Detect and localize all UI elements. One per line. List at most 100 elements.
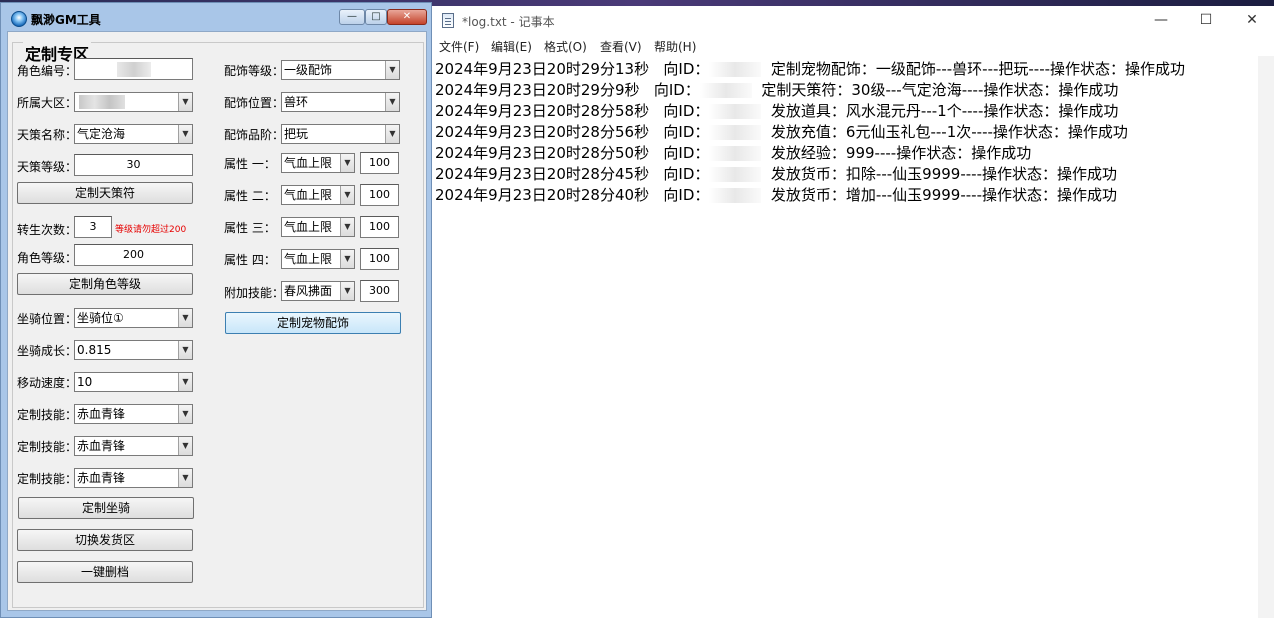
chevron-down-icon[interactable]: ▼ [385, 125, 399, 143]
close-button[interactable]: ✕ [387, 9, 427, 25]
redacted-value [79, 95, 125, 109]
attribute-4-select[interactable]: 气血上限 ▼ [281, 249, 355, 269]
redacted-value [117, 62, 151, 77]
chevron-down-icon[interactable]: ▼ [178, 405, 192, 423]
vertical-scrollbar[interactable] [1258, 56, 1274, 618]
server-label: 所属大区： [17, 96, 78, 110]
role-id-label: 角色编号： [17, 64, 78, 78]
role-id-input[interactable] [74, 58, 193, 80]
redacted-id [709, 62, 762, 77]
one-click-delete-button[interactable]: 一键删档 [17, 561, 193, 583]
move-speed-label: 移动速度： [17, 376, 78, 390]
mount-position-label: 坐骑位置： [17, 312, 78, 326]
chevron-down-icon[interactable]: ▼ [340, 218, 354, 236]
chevron-down-icon[interactable]: ▼ [178, 309, 192, 327]
attribute-2-select[interactable]: 气血上限 ▼ [281, 185, 355, 205]
menu-bar: 文件(F) 编辑(E) 格式(O) 查看(V) 帮助(H) [432, 36, 1274, 56]
accessory-level-label: 配饰等级： [224, 64, 285, 78]
notepad-icon [442, 13, 454, 28]
gm-title-bar[interactable]: 飘渺GM工具 — □ ✕ [5, 7, 429, 31]
chevron-down-icon[interactable]: ▼ [178, 437, 192, 455]
custom-skill-select-3[interactable]: 赤血青锋 ▼ [74, 468, 193, 488]
minimize-icon[interactable]: — [1146, 10, 1176, 30]
menu-file[interactable]: 文件(F) [439, 38, 479, 55]
notepad-window: *log.txt - 记事本 — ☐ ✕ 文件(F) 编辑(E) 格式(O) 查… [432, 6, 1274, 618]
gm-window-title: 飘渺GM工具 [31, 13, 101, 27]
minimize-button[interactable]: — [339, 9, 365, 25]
attribute-3-amount[interactable]: 100 [360, 216, 399, 238]
chevron-down-icon[interactable]: ▼ [385, 61, 399, 79]
tiance-name-label: 天策名称： [17, 128, 78, 142]
move-speed-select[interactable]: 10 ▼ [74, 372, 193, 392]
redacted-id [709, 146, 762, 161]
menu-view[interactable]: 查看(V) [600, 38, 642, 55]
custom-skill-select-2[interactable]: 赤血青锋 ▼ [74, 436, 193, 456]
accessory-position-select[interactable]: 兽环 ▼ [281, 92, 400, 112]
attribute-1-amount[interactable]: 100 [360, 152, 399, 174]
server-select[interactable]: ▼ [74, 92, 193, 112]
chevron-down-icon[interactable]: ▼ [178, 125, 192, 143]
log-line: 2024年9月23日20时28分56秒 向ID： 发放充值：6元仙玉礼包---1… [435, 123, 1128, 141]
tiance-level-input[interactable]: 30 [74, 154, 193, 176]
tiance-name-select[interactable]: 气定沧海 ▼ [74, 124, 193, 144]
chevron-down-icon[interactable]: ▼ [178, 341, 192, 359]
close-icon[interactable]: ✕ [1237, 10, 1267, 30]
redacted-id [709, 125, 762, 140]
custom-skill-select-1[interactable]: 赤血青锋 ▼ [74, 404, 193, 424]
attribute-2-amount[interactable]: 100 [360, 184, 399, 206]
menu-edit[interactable]: 编辑(E) [491, 38, 532, 55]
attribute-2-label: 属性 二： [224, 189, 276, 203]
custom-tiance-button[interactable]: 定制天策符 [17, 182, 193, 204]
menu-help[interactable]: 帮助(H) [654, 38, 696, 55]
switch-delivery-zone-button[interactable]: 切换发货区 [17, 529, 193, 551]
attribute-4-label: 属性 四： [224, 253, 276, 267]
notepad-title: *log.txt - 记事本 [462, 15, 555, 29]
attribute-1-label: 属性 一： [224, 157, 276, 171]
accessory-grade-select[interactable]: 把玩 ▼ [281, 124, 400, 144]
chevron-down-icon[interactable]: ▼ [385, 93, 399, 111]
chevron-down-icon[interactable]: ▼ [178, 373, 192, 391]
app-logo-icon [11, 11, 27, 27]
extra-skill-amount[interactable]: 300 [360, 280, 399, 302]
redacted-id [709, 104, 762, 119]
gm-tool-window: 飘渺GM工具 — □ ✕ 定制专区 角色编号： 所属大区： ▼ 天策名称： 气定… [0, 2, 432, 618]
log-line: 2024年9月23日20时29分9秒 向ID： 定制天策符：30级---气定沧海… [435, 81, 1119, 99]
chevron-down-icon[interactable]: ▼ [340, 282, 354, 300]
accessory-position-label: 配饰位置： [224, 96, 285, 110]
extra-skill-select[interactable]: 春风拂面 ▼ [281, 281, 355, 301]
custom-mount-button[interactable]: 定制坐骑 [18, 497, 194, 519]
menu-format[interactable]: 格式(O) [544, 38, 587, 55]
attribute-3-label: 属性 三： [224, 221, 276, 235]
role-level-label: 角色等级： [17, 251, 78, 265]
role-level-input[interactable]: 200 [74, 244, 193, 266]
mount-growth-select[interactable]: 0.815 ▼ [74, 340, 193, 360]
tiance-level-label: 天策等级： [17, 160, 78, 174]
attribute-3-select[interactable]: 气血上限 ▼ [281, 217, 355, 237]
rebirth-label: 转生次数： [17, 223, 78, 237]
accessory-level-select[interactable]: 一级配饰 ▼ [281, 60, 400, 80]
custom-pet-accessory-button[interactable]: 定制宠物配饰 [225, 312, 401, 334]
extra-skill-label: 附加技能： [224, 286, 285, 300]
mount-growth-label: 坐骑成长： [17, 344, 78, 358]
attribute-1-select[interactable]: 气血上限 ▼ [281, 153, 355, 173]
redacted-id [699, 83, 752, 98]
maximize-button[interactable]: □ [365, 9, 387, 25]
text-editor-area[interactable]: 2024年9月23日20时29分13秒 向ID： 定制宠物配饰：一级配饰---兽… [432, 56, 1258, 618]
chevron-down-icon[interactable]: ▼ [340, 250, 354, 268]
log-line: 2024年9月23日20时29分13秒 向ID： 定制宠物配饰：一级配饰---兽… [435, 60, 1186, 78]
notepad-title-bar[interactable]: *log.txt - 记事本 — ☐ ✕ [432, 6, 1274, 36]
attribute-4-amount[interactable]: 100 [360, 248, 399, 270]
maximize-icon[interactable]: ☐ [1191, 10, 1221, 30]
custom-skill-label-3: 定制技能： [17, 472, 78, 486]
rebirth-input[interactable]: 3 [74, 216, 112, 238]
chevron-down-icon[interactable]: ▼ [178, 469, 192, 487]
redacted-id [709, 167, 762, 182]
custom-role-level-button[interactable]: 定制角色等级 [17, 273, 193, 295]
chevron-down-icon[interactable]: ▼ [178, 93, 192, 111]
chevron-down-icon[interactable]: ▼ [340, 186, 354, 204]
custom-skill-label-1: 定制技能： [17, 408, 78, 422]
custom-skill-label-2: 定制技能： [17, 440, 78, 454]
mount-position-select[interactable]: 坐骑位① ▼ [74, 308, 193, 328]
chevron-down-icon[interactable]: ▼ [340, 154, 354, 172]
redacted-id [709, 188, 762, 203]
